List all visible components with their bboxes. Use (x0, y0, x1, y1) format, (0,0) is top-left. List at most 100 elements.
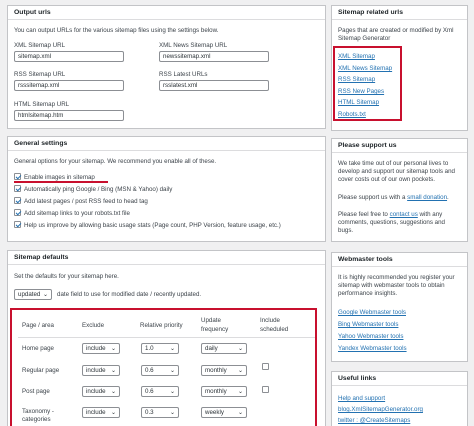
xml-news-sitemap-input[interactable] (159, 51, 269, 62)
regular-priority-select[interactable]: 0.6 ⌄ (141, 365, 179, 376)
output-urls-title: Output urls (8, 6, 325, 20)
link-yahoo-webmaster[interactable]: Yahoo Webmaster tools (338, 333, 403, 340)
chevron-down-icon: ⌄ (237, 410, 243, 416)
date-field-value: updated (18, 291, 41, 298)
option-usage-stats[interactable]: Help us improve by allowing basic usage … (14, 221, 281, 229)
post-priority-select[interactable]: 0.6 ⌄ (141, 386, 179, 397)
related-urls-desc-2: Sitemap Generator (338, 35, 391, 42)
support-panel: Please support us We take time out of ou… (331, 138, 468, 242)
col-update-2: frequency (201, 326, 229, 333)
support-p2-prefix: Please support us with a (338, 194, 408, 201)
rss-latest-input[interactable] (159, 80, 269, 91)
option-label: Help us improve by allowing basic usage … (24, 222, 281, 229)
link-yandex-webmaster[interactable]: Yandex Webmaster tools (338, 345, 407, 352)
link-google-webmaster[interactable]: Google Webmaster tools (338, 309, 406, 316)
robots-checkbox[interactable] (14, 209, 21, 216)
link-twitter[interactable]: twitter : @CreateSitemaps (338, 417, 410, 424)
support-p3-line3: bugs. (338, 227, 354, 234)
row-regular-page-label: Regular page (22, 367, 60, 374)
link-xml-sitemap[interactable]: XML Sitemap (338, 53, 375, 60)
option-label: Enable images in sitemap (24, 174, 95, 181)
sitemap-defaults-panel: Sitemap defaults Set the defaults for yo… (7, 250, 326, 426)
chevron-down-icon: ⌄ (169, 410, 175, 416)
table-header-divider (18, 337, 316, 338)
regular-frequency-select[interactable]: monthly ⌄ (201, 365, 247, 376)
support-p3: Please feel free to contact us with any (338, 211, 442, 218)
chevron-down-icon: ⌄ (237, 346, 243, 352)
general-settings-panel: General settings General options for you… (7, 136, 326, 242)
link-robots-txt[interactable]: Robots.txt (338, 111, 366, 118)
support-p2-suffix: . (447, 194, 449, 201)
col-priority: Relative priority (140, 322, 183, 329)
link-rss-new-pages[interactable]: RSS New Pages (338, 88, 384, 95)
useful-links-title: Useful links (332, 372, 467, 386)
row-post-page-label: Post page (22, 388, 50, 395)
home-priority-select[interactable]: 1.0 ⌄ (141, 343, 179, 354)
useful-links-panel: Useful links Help and support blog.XmlSi… (331, 371, 468, 426)
webmaster-panel: Webmaster tools It is highly recommended… (331, 252, 468, 362)
regular-exclude-select[interactable]: include ⌄ (82, 365, 120, 376)
regular-scheduled-checkbox[interactable] (262, 363, 269, 370)
webmaster-title: Webmaster tools (332, 253, 467, 267)
xml-news-sitemap-label: XML News Sitemap URL (159, 42, 228, 49)
select-value: daily (205, 345, 218, 352)
rss-latest-label: RSS Latest URLs (159, 71, 208, 78)
chevron-down-icon: ⌄ (169, 389, 175, 395)
select-value: include (86, 409, 106, 416)
support-p3-prefix: Please feel free to (338, 211, 390, 218)
post-frequency-select[interactable]: monthly ⌄ (201, 386, 247, 397)
chevron-down-icon: ⌄ (42, 292, 48, 298)
taxonomy-priority-select[interactable]: 0.3 ⌄ (141, 407, 179, 418)
option-enable-images[interactable]: Enable images in sitemap (14, 173, 95, 181)
link-rss-sitemap[interactable]: RSS Sitemap (338, 76, 375, 83)
option-auto-ping[interactable]: Automatically ping Google / Bing (MSN & … (14, 185, 172, 193)
chevron-down-icon: ⌄ (237, 368, 243, 374)
taxonomy-frequency-select[interactable]: weekly ⌄ (201, 407, 247, 418)
general-settings-title: General settings (8, 137, 325, 151)
post-exclude-select[interactable]: include ⌄ (82, 386, 120, 397)
home-frequency-select[interactable]: daily ⌄ (201, 343, 247, 354)
auto-ping-checkbox[interactable] (14, 185, 21, 192)
support-title: Please support us (332, 139, 467, 153)
rss-head-checkbox[interactable] (14, 197, 21, 204)
link-xml-news-sitemap[interactable]: XML News Sitemap (338, 65, 392, 72)
html-sitemap-input[interactable] (14, 110, 124, 121)
sitemap-defaults-title: Sitemap defaults (8, 251, 325, 265)
option-label: Add sitemap links to your robots.txt fil… (24, 210, 130, 217)
col-exclude: Exclude (82, 322, 105, 329)
chevron-down-icon: ⌄ (110, 410, 116, 416)
option-robots[interactable]: Add sitemap links to your robots.txt fil… (14, 209, 130, 217)
chevron-down-icon: ⌄ (110, 389, 116, 395)
donation-link[interactable]: small donation (407, 194, 447, 201)
select-value: 0.3 (145, 409, 154, 416)
date-field-select[interactable]: updated ⌄ (14, 289, 52, 300)
option-label: Automatically ping Google / Bing (MSN & … (24, 186, 173, 193)
col-include-1: Include (260, 317, 280, 324)
support-p1-line3: cover costs out of our own pockets. (338, 176, 435, 183)
related-urls-desc-1: Pages that are created or modified by Xm… (338, 27, 454, 34)
home-exclude-select[interactable]: include ⌄ (82, 343, 120, 354)
html-sitemap-label: HTML Sitemap URL (14, 101, 70, 108)
rss-sitemap-input[interactable] (14, 80, 124, 91)
chevron-down-icon: ⌄ (110, 368, 116, 374)
link-bing-webmaster[interactable]: Bing Webmaster tools (338, 321, 398, 328)
sitemap-defaults-description: Set the defaults for your sitemap here. (14, 273, 119, 280)
col-page-area: Page / area (22, 322, 54, 329)
link-blog[interactable]: blog.XmlSitemapGenerator.org (338, 406, 423, 413)
enable-images-checkbox[interactable] (14, 173, 21, 180)
row-taxonomy-label: Taxonomy - categories (22, 408, 54, 423)
contact-link[interactable]: contact us (390, 211, 418, 218)
post-scheduled-checkbox[interactable] (262, 386, 269, 393)
xml-sitemap-input[interactable] (14, 51, 124, 62)
link-help-support[interactable]: Help and support (338, 395, 385, 402)
general-settings-description: General options for your sitemap. We rec… (14, 158, 217, 165)
link-html-sitemap[interactable]: HTML Sitemap (338, 99, 379, 106)
option-rss-head[interactable]: Add latest pages / post RSS feed to head… (14, 197, 148, 205)
rss-sitemap-label: RSS Sitemap URL (14, 71, 66, 78)
webmaster-desc-2: sitemap with webmaster tools to obtain (338, 282, 445, 289)
usage-stats-checkbox[interactable] (14, 221, 21, 228)
xml-sitemap-label: XML Sitemap URL (14, 42, 66, 49)
support-p2: Please support us with a small donation. (338, 194, 449, 201)
taxonomy-exclude-select[interactable]: include ⌄ (82, 407, 120, 418)
select-value: include (86, 367, 106, 374)
